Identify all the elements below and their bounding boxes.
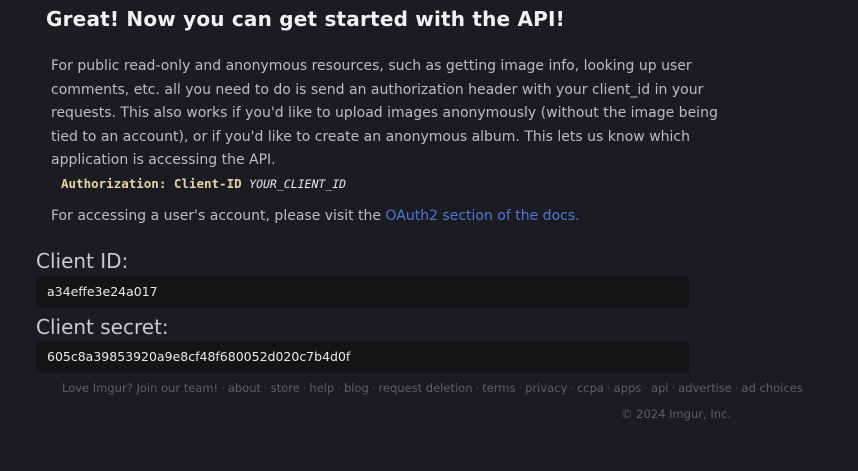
footer-link-privacy[interactable]: privacy — [525, 381, 567, 395]
footer-separator: · — [337, 381, 341, 395]
footer-link-ad-choices[interactable]: ad choices — [742, 381, 803, 395]
footer-separator: · — [371, 381, 376, 395]
copyright-notice: © 2024 Imgur, Inc. — [621, 407, 731, 421]
footer-separator: · — [734, 381, 739, 395]
footer-separator: · — [671, 381, 676, 395]
footer-separator: · — [518, 381, 523, 395]
footer-separator: · — [570, 381, 574, 395]
footer-link-apps[interactable]: apps — [614, 381, 642, 395]
api-registration-success-page: Great! Now you can get started with the … — [0, 0, 858, 471]
footer-link-store[interactable]: store — [271, 381, 300, 395]
authorization-header-prefix: Authorization: Client-ID — [61, 176, 250, 191]
footer-separator: · — [264, 381, 268, 395]
footer-link-jobs[interactable]: Love Imgur? Join our team! — [62, 381, 218, 395]
footer-separator: · — [221, 381, 225, 395]
footer-separator: · — [302, 381, 307, 395]
client-id-field[interactable]: a34effe3e24a017 — [36, 276, 689, 308]
footer-link-help[interactable]: help — [309, 381, 334, 395]
client-id-placeholder: YOUR_CLIENT_ID — [249, 177, 347, 191]
page-heading: Great! Now you can get started with the … — [46, 7, 565, 31]
client-secret-field[interactable]: 605c8a39853920a9e8cf48f680052d020c7b4d0f — [36, 341, 689, 373]
footer-link-ccpa[interactable]: ccpa — [577, 381, 604, 395]
oauth-note: For accessing a user's account, please v… — [51, 206, 580, 226]
footer-link-terms[interactable]: terms — [482, 381, 515, 395]
footer-links: Love Imgur? Join our team! · about · store · h… — [62, 381, 803, 395]
footer-link-blog[interactable]: blog — [344, 381, 369, 395]
footer-link-advertise[interactable]: advertise — [678, 381, 732, 395]
footer-link-request-deletion[interactable]: request deletion — [378, 381, 472, 395]
footer-link-about[interactable]: about — [228, 381, 261, 395]
client-secret-label: Client secret: — [36, 315, 169, 339]
footer-separator: · — [475, 381, 480, 395]
oauth-note-text: For accessing a user's account, please v… — [51, 208, 386, 224]
intro-paragraph: For public read-only and anonymous resou… — [51, 58, 718, 168]
oauth2-docs-link[interactable]: OAuth2 section of the docs. — [385, 208, 579, 224]
client-id-label: Client ID: — [36, 249, 129, 273]
footer-separator: · — [606, 381, 611, 395]
footer-separator: · — [644, 381, 648, 395]
authorization-header-example: Authorization: Client-ID YOUR_CLIENT_ID — [61, 176, 346, 191]
footer-link-api[interactable]: api — [651, 381, 669, 395]
